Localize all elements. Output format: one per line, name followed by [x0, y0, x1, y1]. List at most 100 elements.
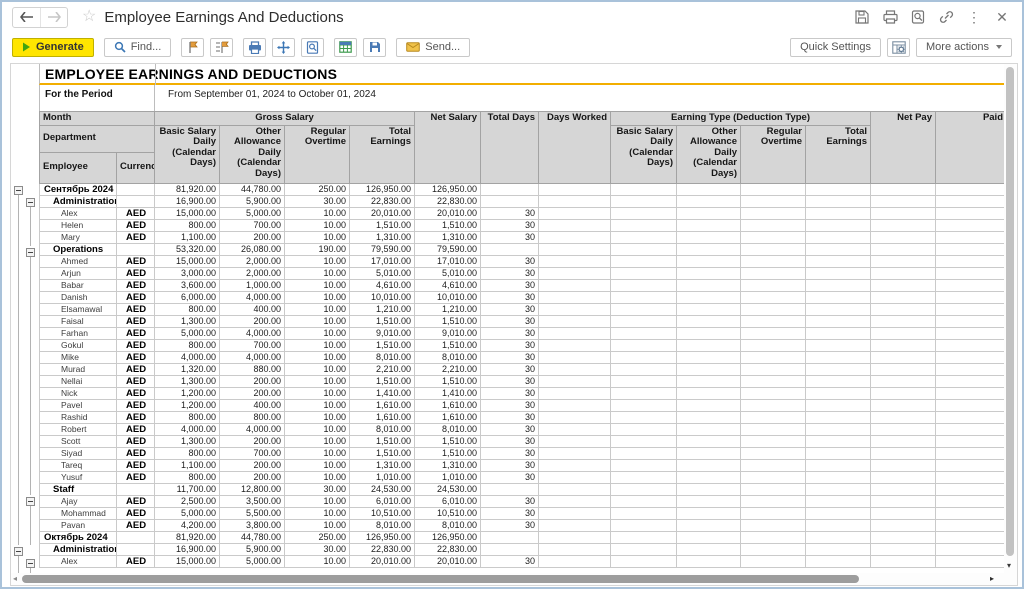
cell-value[interactable]: 15,000.00 — [155, 255, 220, 267]
col-header-department[interactable]: Department — [40, 125, 155, 152]
cell-empty[interactable] — [936, 507, 1007, 519]
vertical-scrollbar[interactable]: ▾ — [1004, 64, 1017, 585]
cell-empty[interactable] — [871, 375, 936, 387]
cell-value[interactable]: 4,000.00 — [220, 423, 285, 435]
cell-name[interactable]: Pavan — [40, 519, 117, 531]
col-header-earning-type[interactable]: Earning Type (Deduction Type) — [611, 112, 871, 126]
cell-value[interactable]: 1,510.00 — [350, 435, 415, 447]
cell-empty[interactable] — [539, 303, 611, 315]
cell-empty[interactable] — [806, 267, 871, 279]
cell-empty[interactable] — [611, 231, 677, 243]
get-link-icon[interactable] — [938, 9, 954, 25]
cell-empty[interactable] — [741, 375, 806, 387]
cell-empty[interactable] — [871, 471, 936, 483]
cell-empty[interactable] — [741, 243, 806, 255]
cell-empty[interactable] — [871, 531, 936, 543]
cell-empty[interactable] — [936, 267, 1007, 279]
cell-value[interactable]: 20,010.00 — [350, 207, 415, 219]
cell-empty[interactable] — [936, 495, 1007, 507]
cell-currency[interactable]: AED — [117, 423, 155, 435]
cell-value[interactable]: 5,000.00 — [155, 507, 220, 519]
cell-empty[interactable] — [806, 363, 871, 375]
cell-currency[interactable]: AED — [117, 315, 155, 327]
cell-name[interactable]: Rashid — [40, 411, 117, 423]
cell-value[interactable]: 4,000.00 — [155, 423, 220, 435]
cell-value[interactable]: 30 — [481, 471, 539, 483]
cell-empty[interactable] — [871, 387, 936, 399]
cell-empty[interactable] — [539, 291, 611, 303]
cell-value[interactable]: 1,510.00 — [350, 447, 415, 459]
cell-value[interactable]: 1,510.00 — [415, 219, 481, 231]
cell-empty[interactable] — [539, 363, 611, 375]
cell-empty[interactable] — [936, 423, 1007, 435]
cell-empty[interactable] — [806, 339, 871, 351]
cell-empty[interactable] — [611, 495, 677, 507]
cell-name[interactable]: Faisal — [40, 315, 117, 327]
col-header-gross-salary[interactable]: Gross Salary — [155, 112, 415, 126]
cell-empty[interactable] — [539, 471, 611, 483]
cell-value[interactable]: 800.00 — [155, 339, 220, 351]
cell-value[interactable]: 10.00 — [285, 387, 350, 399]
cell-value[interactable]: 30 — [481, 435, 539, 447]
cell-value[interactable]: 250.00 — [285, 183, 350, 195]
cell-value[interactable]: 700.00 — [220, 339, 285, 351]
cell-empty[interactable] — [806, 423, 871, 435]
col-header-sub-0[interactable]: Basic Salary Daily (Calendar Days) — [611, 125, 677, 183]
cell-value[interactable]: 200.00 — [220, 435, 285, 447]
cell-value[interactable]: 2,500.00 — [155, 495, 220, 507]
cell-empty[interactable] — [677, 351, 741, 363]
cell-empty[interactable] — [677, 423, 741, 435]
cell-empty[interactable] — [741, 435, 806, 447]
cell-name[interactable]: Nick — [40, 387, 117, 399]
cell-value[interactable] — [481, 183, 539, 195]
cell-empty[interactable] — [677, 447, 741, 459]
export-spreadsheet-button[interactable] — [334, 38, 357, 57]
cell-empty[interactable] — [539, 531, 611, 543]
cell-value[interactable]: 1,610.00 — [350, 411, 415, 423]
cell-empty[interactable] — [936, 435, 1007, 447]
cell-empty[interactable] — [611, 327, 677, 339]
cell-empty[interactable] — [611, 531, 677, 543]
cell-empty[interactable] — [936, 519, 1007, 531]
cell-empty[interactable] — [539, 399, 611, 411]
cell-name[interactable]: Robert — [40, 423, 117, 435]
cell-value[interactable]: 1,610.00 — [415, 411, 481, 423]
cell-value[interactable]: 2,000.00 — [220, 255, 285, 267]
cell-empty[interactable] — [539, 279, 611, 291]
cell-empty[interactable] — [611, 219, 677, 231]
cell-value[interactable]: 1,210.00 — [415, 303, 481, 315]
cell-value[interactable]: 190.00 — [285, 243, 350, 255]
cell-empty[interactable] — [871, 351, 936, 363]
cell-value[interactable]: 26,080.00 — [220, 243, 285, 255]
cell-empty[interactable] — [611, 351, 677, 363]
fit-width-button[interactable] — [272, 38, 295, 57]
cell-empty[interactable] — [611, 303, 677, 315]
cell-empty[interactable] — [936, 399, 1007, 411]
cell-name[interactable]: Scott — [40, 435, 117, 447]
cell-value[interactable]: 1,100.00 — [155, 231, 220, 243]
cell-empty[interactable] — [806, 327, 871, 339]
cell-value[interactable]: 10.00 — [285, 315, 350, 327]
col-header-days-worked[interactable]: Days Worked — [539, 112, 611, 184]
cell-empty[interactable] — [936, 255, 1007, 267]
cell-empty[interactable] — [677, 471, 741, 483]
cell-empty[interactable] — [806, 387, 871, 399]
cell-value[interactable]: 9,010.00 — [350, 327, 415, 339]
cell-empty[interactable] — [741, 495, 806, 507]
cell-value[interactable]: 1,000.00 — [220, 279, 285, 291]
cell-name[interactable]: Siyad — [40, 447, 117, 459]
cell-empty[interactable] — [806, 243, 871, 255]
cell-empty[interactable] — [936, 219, 1007, 231]
cell-value[interactable]: 126,950.00 — [415, 531, 481, 543]
cell-value[interactable] — [481, 483, 539, 495]
cell-empty[interactable] — [806, 399, 871, 411]
cell-empty[interactable] — [539, 207, 611, 219]
cell-empty[interactable] — [539, 315, 611, 327]
cell-value[interactable]: 10.00 — [285, 267, 350, 279]
collapse-group-button[interactable] — [26, 497, 35, 506]
cell-empty[interactable] — [677, 279, 741, 291]
cell-empty[interactable] — [806, 447, 871, 459]
print-preview-icon[interactable] — [910, 9, 926, 25]
cell-name[interactable]: Farhan — [40, 327, 117, 339]
cell-currency[interactable]: AED — [117, 519, 155, 531]
